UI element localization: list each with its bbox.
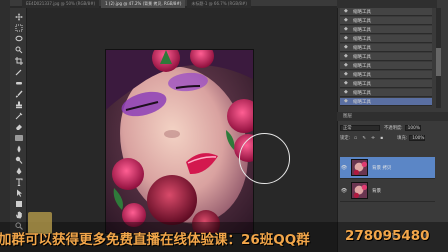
layer-lock-row: 锁定: ▫ ✎ ✛ ▪ 填充: 100% (340, 134, 426, 142)
history-item-label: 缩略工具 (353, 45, 371, 51)
history-step-icon: ◆ (344, 53, 348, 59)
history-step-icon: ◆ (344, 62, 348, 68)
layer-row-selected[interactable]: 👁 背景 拷贝 (340, 157, 435, 179)
history-step-icon: ◆ (344, 26, 348, 32)
history-item-label: 缩略工具 (353, 81, 371, 87)
history-item-label: 缩略工具 (353, 36, 371, 42)
gradient-tool-icon[interactable] (14, 133, 23, 142)
layer-name: 背景 拷贝 (372, 165, 392, 171)
type-tool-icon[interactable] (14, 177, 23, 186)
history-item[interactable]: ◆ 缩略工具 (340, 80, 432, 88)
history-item-current[interactable]: ◆ 缩略工具 (340, 98, 432, 106)
brush-cursor (239, 133, 290, 184)
fill-input[interactable]: 100% (409, 135, 426, 141)
history-step-icon: ◆ (344, 44, 348, 50)
layer-thumbnail (351, 182, 368, 199)
crop-tool-icon[interactable] (14, 56, 23, 65)
healing-brush-tool-icon[interactable] (14, 78, 23, 87)
lasso-tool-icon[interactable] (14, 34, 23, 43)
blur-tool-icon[interactable] (14, 144, 23, 153)
history-item[interactable]: ◆ 缩略工具 (340, 35, 432, 43)
history-item[interactable]: ◆ 缩略工具 (340, 71, 432, 79)
history-step-icon: ◆ (344, 17, 348, 23)
layer-blend-row: 正常 不透明度: 100% (340, 124, 421, 132)
history-item[interactable]: ◆ 缩略工具 (340, 8, 432, 16)
left-edge-strip (0, 0, 10, 252)
history-panel-header (337, 0, 437, 8)
history-item[interactable]: ◆ 缩略工具 (340, 44, 432, 52)
history-step-icon: ◆ (344, 71, 348, 77)
history-item-label: 缩略工具 (353, 72, 371, 78)
tools-panel (10, 8, 27, 244)
opacity-input[interactable]: 100% (404, 125, 421, 131)
history-item[interactable]: ◆ 缩略工具 (340, 26, 432, 34)
tab-document-3[interactable]: 未标题-1 @ 66.7% (RGB/8#) (187, 0, 251, 8)
history-item[interactable]: ◆ 缩略工具 (340, 17, 432, 25)
clone-stamp-tool-icon[interactable] (14, 100, 23, 109)
promo-text: 加群可以获得更多免费直播在线体验课：26班QQ群 (0, 232, 310, 248)
history-item[interactable]: ◆ 缩略工具 (340, 53, 432, 61)
history-step-icon: ◆ (344, 80, 348, 86)
layer-thumbnail (351, 159, 368, 176)
history-item-label: 缩略工具 (353, 63, 371, 69)
layer-row[interactable]: 👁 背景 (340, 180, 435, 202)
tab-document-2[interactable]: 1 (2).jpg @ 47.2% (背景 拷贝, RGB/8#) (101, 0, 186, 8)
image-canvas[interactable] (105, 49, 254, 234)
history-item-label: 缩略工具 (353, 99, 371, 105)
history-step-icon: ◆ (344, 35, 348, 41)
portrait-artwork (106, 50, 253, 233)
layers-panel-header[interactable]: 图层 (337, 112, 448, 121)
history-scrollbar[interactable] (436, 8, 441, 108)
eraser-tool-icon[interactable] (14, 122, 23, 131)
dodge-tool-icon[interactable] (14, 155, 23, 164)
marquee-tool-icon[interactable] (14, 23, 23, 32)
shape-tool-icon[interactable] (14, 199, 23, 208)
history-item-label: 缩略工具 (353, 90, 371, 96)
quick-select-tool-icon[interactable] (14, 45, 23, 54)
qq-number: 278095480 (345, 228, 430, 244)
history-item-label: 缩略工具 (353, 54, 371, 60)
history-item-label: 缩略工具 (353, 18, 371, 24)
history-item[interactable]: ◆ 缩略工具 (340, 62, 432, 70)
move-tool-icon[interactable] (14, 12, 23, 21)
opacity-label: 不透明度: (384, 126, 403, 131)
history-item-label: 缩略工具 (353, 27, 371, 33)
lock-icons[interactable]: ▫ ✎ ✛ ▪ (354, 136, 385, 141)
path-selection-tool-icon[interactable] (14, 188, 23, 197)
visibility-eye-icon[interactable]: 👁 (340, 165, 348, 171)
history-item-label: 缩略工具 (353, 9, 371, 15)
history-step-icon: ◆ (344, 89, 348, 95)
history-step-icon: ◆ (344, 98, 348, 104)
eyedropper-tool-icon[interactable] (14, 67, 23, 76)
lock-label: 锁定: (340, 136, 351, 141)
document-tabs: EE4D021337.jpg @ 50% (RGB/8#) 1 (2).jpg … (22, 0, 332, 8)
blend-mode-select[interactable]: 正常 (340, 125, 380, 131)
hand-tool-icon[interactable] (14, 210, 23, 219)
history-step-icon: ◆ (344, 8, 348, 14)
tab-document-1[interactable]: EE4D021337.jpg @ 50% (RGB/8#) (22, 0, 100, 8)
history-scroll-thumb[interactable] (436, 48, 441, 76)
layer-name: 背景 (372, 188, 381, 194)
fill-label: 填充: (397, 136, 408, 141)
history-item[interactable]: ◆ 缩略工具 (340, 89, 432, 97)
history-brush-tool-icon[interactable] (14, 111, 23, 120)
pen-tool-icon[interactable] (14, 166, 23, 175)
brush-tool-icon[interactable] (14, 89, 23, 98)
visibility-eye-icon[interactable]: 👁 (340, 188, 348, 194)
